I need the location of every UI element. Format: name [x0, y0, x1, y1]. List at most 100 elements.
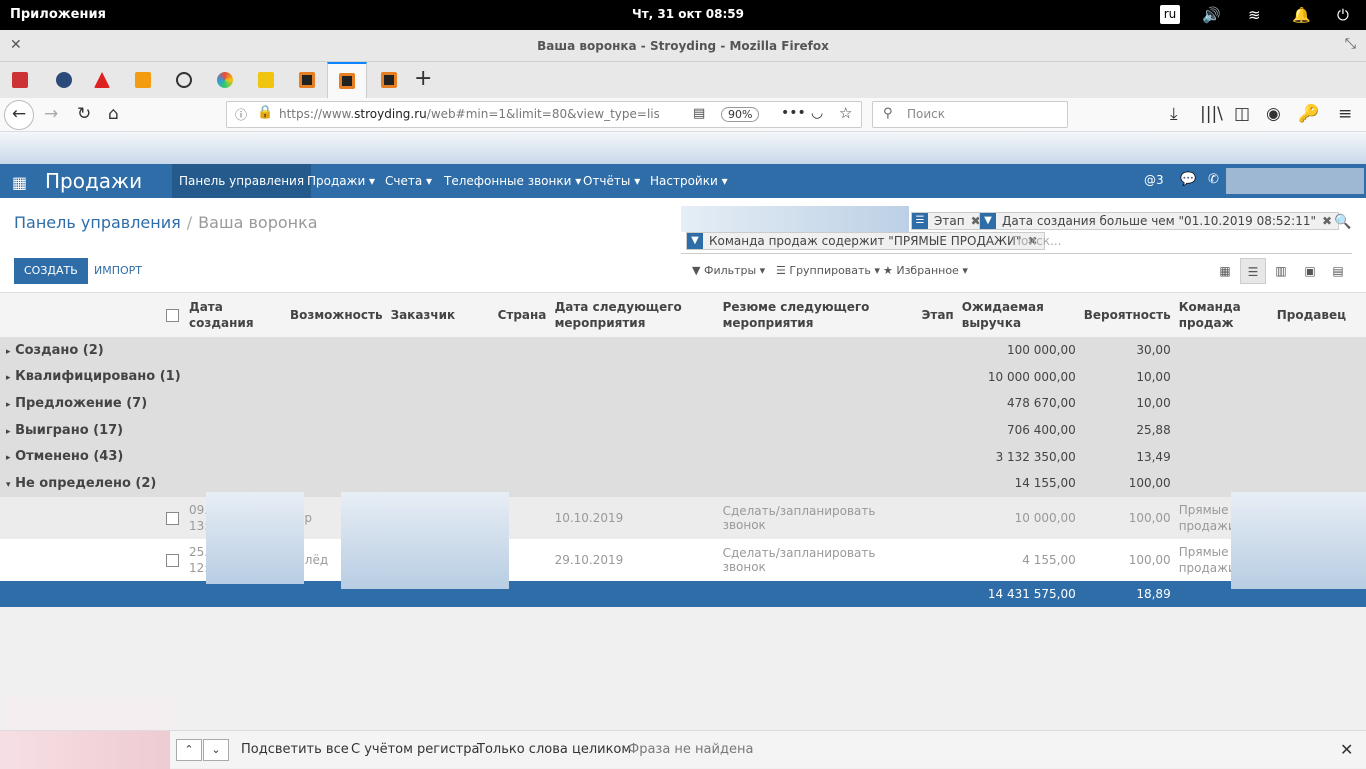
- apps-grid-icon[interactable]: ▦: [12, 173, 27, 192]
- col-stage[interactable]: Этап: [918, 293, 958, 337]
- page-actions-icon[interactable]: •••: [781, 105, 806, 121]
- pocket-icon[interactable]: ◡: [811, 105, 823, 121]
- insecure-lock-icon[interactable]: 🔒: [257, 105, 273, 120]
- col-team[interactable]: Команда продаж: [1175, 293, 1273, 337]
- col-salesperson[interactable]: Продавец: [1273, 293, 1366, 337]
- group-row[interactable]: ▸ Предложение (7) 478 670,00 10,00: [0, 390, 1366, 417]
- search-input[interactable]: Поиск...: [1012, 234, 1061, 248]
- kanban-view-icon[interactable]: ▦: [1212, 258, 1238, 284]
- browser-search-box[interactable]: ⚲ Поиск: [872, 101, 1068, 128]
- highlight-all-toggle[interactable]: Подсветить все: [241, 742, 349, 757]
- facet-team-filter[interactable]: ▼ Команда продаж содержит "ПРЯМЫЕ ПРОДАЖИ…: [686, 232, 1045, 250]
- col-revenue[interactable]: Ожидаемая выручка: [958, 293, 1080, 337]
- row-checkbox[interactable]: [166, 511, 179, 525]
- close-findbar-icon[interactable]: ✕: [1340, 740, 1353, 759]
- import-button[interactable]: ИМПОРТ: [94, 264, 142, 277]
- menu-dashboard[interactable]: Панель управления: [172, 164, 312, 198]
- reader-mode-icon[interactable]: ▤: [693, 106, 705, 121]
- power-icon[interactable]: ⏻: [1337, 6, 1349, 24]
- account-icon[interactable]: ◉: [1266, 104, 1281, 124]
- match-case-toggle[interactable]: С учётом регистра: [351, 742, 480, 757]
- new-tab-button[interactable]: +: [414, 66, 432, 91]
- pivot-view-icon[interactable]: ▤: [1325, 258, 1351, 284]
- list-table: Дата создания Возможность Заказчик Стран…: [0, 293, 1366, 607]
- tab-pinned-4[interactable]: [123, 62, 163, 98]
- select-all[interactable]: [0, 293, 185, 337]
- volume-icon[interactable]: 🔊: [1202, 6, 1221, 24]
- table-row[interactable]: 09.13: вар 10.10.2019 Сделать/запланиров…: [0, 496, 1366, 539]
- sidebar-icon[interactable]: ◫: [1234, 104, 1250, 124]
- col-next-date[interactable]: Дата следующего мероприятия: [551, 293, 719, 337]
- tab-pinned-1[interactable]: [0, 62, 40, 98]
- reload-button[interactable]: ↻: [77, 104, 91, 124]
- find-input[interactable]: [0, 731, 170, 769]
- graph-view-icon[interactable]: ▥: [1268, 258, 1294, 284]
- downloads-icon[interactable]: ⤓: [1170, 104, 1178, 124]
- phone-icon[interactable]: ✆: [1208, 172, 1219, 187]
- col-created[interactable]: Дата создания: [185, 293, 286, 337]
- app-brand[interactable]: Продажи: [45, 169, 142, 193]
- whole-words-toggle[interactable]: Только слова целиком: [477, 742, 631, 757]
- forward-button[interactable]: →: [44, 104, 58, 124]
- create-button[interactable]: СОЗДАТЬ: [14, 258, 88, 284]
- list-view-icon[interactable]: ☰: [1240, 258, 1266, 284]
- keyboard-layout[interactable]: ru: [1160, 5, 1180, 24]
- group-row[interactable]: ▾ Не определено (2) 14 155,00 100,00: [0, 469, 1366, 497]
- extension-icon[interactable]: 🔑: [1298, 104, 1319, 124]
- col-country[interactable]: Страна: [494, 293, 551, 337]
- menu-calls[interactable]: Телефонные звонки ▾: [437, 164, 588, 198]
- filter-icon: ▼: [687, 233, 703, 249]
- restore-window-icon[interactable]: ⤡: [1345, 36, 1356, 52]
- groupby-dropdown[interactable]: ☰ Группировать ▾: [776, 264, 880, 277]
- url-bar[interactable]: ⓘ 🔒 https://www.stroyding.ru/web#min=1&l…: [226, 101, 862, 128]
- wifi-icon[interactable]: ≋: [1248, 6, 1261, 24]
- group-row[interactable]: ▸ Отменено (43) 3 132 350,00 13,49: [0, 443, 1366, 470]
- tab-pinned-10[interactable]: [369, 62, 409, 98]
- favorites-dropdown[interactable]: ★ Избранное ▾: [883, 264, 968, 277]
- select-all-checkbox[interactable]: [166, 309, 179, 322]
- home-button[interactable]: ⌂: [108, 104, 119, 124]
- row-checkbox[interactable]: [166, 553, 179, 567]
- tab-pinned-3[interactable]: [82, 62, 122, 98]
- facet-remove-icon[interactable]: ✖: [1322, 214, 1332, 228]
- menu-reports[interactable]: Отчёты ▾: [576, 164, 647, 198]
- menu-invoices[interactable]: Счета ▾: [378, 164, 439, 198]
- tab-pinned-6[interactable]: [205, 62, 245, 98]
- col-opportunity[interactable]: Возможность: [286, 293, 387, 337]
- clock[interactable]: Чт, 31 окт 08:59: [632, 7, 744, 21]
- bookmark-star-icon[interactable]: ☆: [839, 104, 852, 122]
- facet-date-filter[interactable]: ▼ Дата создания больше чем "01.10.2019 08…: [979, 212, 1340, 230]
- tab-pinned-5[interactable]: [164, 62, 204, 98]
- notification-bell-icon[interactable]: 🔔: [1292, 6, 1311, 24]
- search-icon[interactable]: 🔍: [1334, 214, 1351, 230]
- user-menu[interactable]: [1226, 168, 1364, 194]
- chat-icon[interactable]: 💬: [1180, 172, 1196, 187]
- library-icon[interactable]: |||\: [1200, 104, 1223, 124]
- table-row[interactable]: 25. 12: тилёд 29.10.2019 Сделать/запланир…: [0, 538, 1366, 581]
- breadcrumb-parent[interactable]: Панель управления: [14, 213, 181, 232]
- facet-stage[interactable]: ☰ Этап ✖: [911, 212, 988, 230]
- tab-pinned-8[interactable]: [287, 62, 327, 98]
- group-row[interactable]: ▸ Квалифицировано (1) 10 000 000,00 10,00: [0, 363, 1366, 391]
- calendar-view-icon[interactable]: ▣: [1297, 258, 1323, 284]
- find-next-button[interactable]: ⌄: [203, 739, 229, 761]
- col-next-summary[interactable]: Резюме следующего мероприятия: [719, 293, 918, 337]
- hamburger-menu-icon[interactable]: ≡: [1338, 104, 1352, 124]
- col-customer[interactable]: Заказчик: [387, 293, 494, 337]
- url-text[interactable]: https://www.stroyding.ru/web#min=1&limit…: [279, 107, 659, 121]
- menu-settings[interactable]: Настройки ▾: [643, 164, 735, 198]
- filters-dropdown[interactable]: ▼ Фильтры ▾: [692, 264, 765, 277]
- zoom-indicator[interactable]: 90%: [721, 107, 760, 122]
- group-row[interactable]: ▸ Выиграно (17) 706 400,00 25,88: [0, 416, 1366, 444]
- group-row[interactable]: ▸ Создано (2) 100 000,00 30,00: [0, 337, 1366, 364]
- col-probability[interactable]: Вероятность: [1080, 293, 1175, 337]
- tab-pinned-7[interactable]: [246, 62, 286, 98]
- find-previous-button[interactable]: ⌃: [176, 739, 202, 761]
- mentions-counter[interactable]: @3: [1144, 173, 1164, 187]
- back-button[interactable]: ←: [4, 100, 34, 130]
- tab-active[interactable]: [327, 62, 367, 98]
- tab-pinned-2[interactable]: [44, 62, 84, 98]
- info-icon[interactable]: ⓘ: [235, 106, 247, 123]
- menu-sales[interactable]: Продажи ▾: [300, 164, 382, 198]
- activities-menu[interactable]: Приложения: [10, 7, 106, 22]
